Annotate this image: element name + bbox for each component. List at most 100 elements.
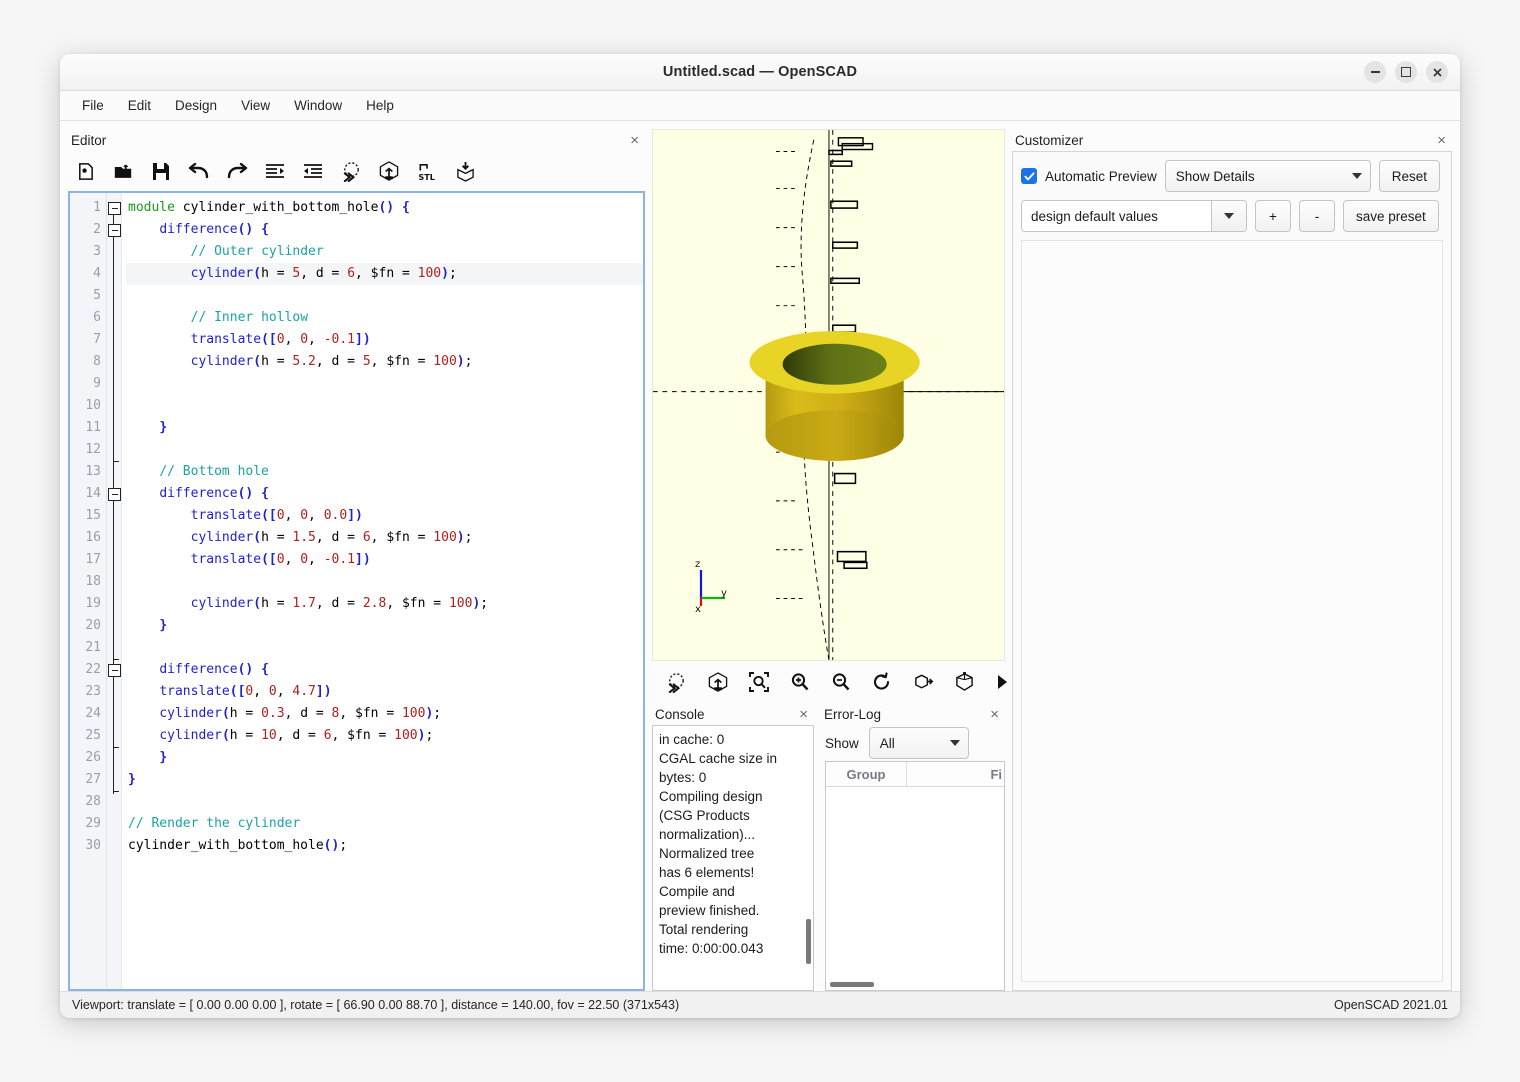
close-button[interactable] bbox=[1426, 61, 1448, 83]
errorlog-close-icon[interactable]: × bbox=[986, 707, 1003, 722]
new-file-icon[interactable] bbox=[74, 160, 96, 182]
code-line[interactable] bbox=[126, 637, 643, 659]
add-preset-button[interactable]: + bbox=[1255, 200, 1291, 232]
code-fold-column[interactable] bbox=[107, 193, 122, 989]
preview-icon[interactable] bbox=[340, 160, 362, 182]
menu-file[interactable]: File bbox=[72, 95, 114, 116]
save-file-icon[interactable] bbox=[150, 160, 172, 182]
reset-view-icon[interactable] bbox=[872, 671, 892, 693]
preset-dropdown-button[interactable] bbox=[1211, 201, 1246, 231]
code-line[interactable]: } bbox=[126, 615, 643, 637]
code-line[interactable]: // Inner hollow bbox=[126, 307, 643, 329]
details-select[interactable]: Show Details bbox=[1164, 160, 1371, 192]
console-scrollbar[interactable] bbox=[806, 919, 811, 964]
save-preset-button[interactable]: save preset bbox=[1343, 200, 1439, 232]
code-line[interactable]: translate([0, 0, 4.7]) bbox=[126, 681, 643, 703]
minimize-button[interactable] bbox=[1364, 61, 1386, 83]
undo-icon[interactable] bbox=[188, 160, 210, 182]
code-line[interactable] bbox=[126, 285, 643, 307]
render-icon[interactable] bbox=[378, 160, 400, 182]
code-token: ] bbox=[355, 332, 363, 347]
code-token: , $fn = bbox=[355, 266, 418, 281]
code-token: // Inner hollow bbox=[190, 310, 309, 325]
view-diagonal-icon[interactable] bbox=[955, 671, 974, 693]
code-token: ] bbox=[355, 552, 363, 567]
send-to-printer-icon[interactable] bbox=[454, 160, 476, 182]
code-line[interactable]: // Bottom hole bbox=[126, 461, 643, 483]
code-line[interactable]: cylinder(h = 1.5, d = 6, $fn = 100); bbox=[126, 527, 643, 549]
fold-marker-line-1[interactable] bbox=[108, 202, 121, 215]
render-icon[interactable] bbox=[708, 671, 728, 693]
line-number: 1 bbox=[93, 200, 101, 215]
code-line[interactable]: } bbox=[126, 417, 643, 439]
customizer-close-icon[interactable]: × bbox=[1433, 133, 1450, 148]
maximize-button[interactable] bbox=[1395, 61, 1417, 83]
menu-view[interactable]: View bbox=[231, 95, 280, 116]
code-line[interactable]: difference() { bbox=[126, 483, 643, 505]
redo-icon[interactable] bbox=[226, 160, 248, 182]
zoom-in-icon[interactable] bbox=[790, 671, 810, 693]
code-line[interactable] bbox=[126, 439, 643, 461]
code-line[interactable]: translate([0, 0, -0.1]) bbox=[126, 329, 643, 351]
editor-close-icon[interactable]: × bbox=[626, 133, 643, 148]
menu-window[interactable]: Window bbox=[284, 95, 352, 116]
code-token: () bbox=[378, 200, 395, 215]
preview-icon[interactable] bbox=[666, 671, 687, 693]
code-token: ) bbox=[355, 508, 363, 523]
console-line: (CSG Products bbox=[659, 808, 750, 823]
code-line[interactable]: cylinder(h = 0.3, d = 8, $fn = 100); bbox=[126, 703, 643, 725]
code-line[interactable]: } bbox=[126, 769, 643, 791]
fold-marker-line-2[interactable] bbox=[108, 224, 121, 237]
fold-marker-line-14[interactable] bbox=[108, 488, 121, 501]
console-close-icon[interactable]: × bbox=[795, 707, 812, 722]
fold-marker-line-22[interactable] bbox=[108, 664, 121, 677]
code-line[interactable]: cylinder(h = 1.7, d = 2.8, $fn = 100); bbox=[126, 593, 643, 615]
code-line[interactable]: // Outer cylinder bbox=[126, 241, 643, 263]
code-line[interactable]: difference() { bbox=[126, 219, 643, 241]
preset-combobox[interactable]: design default values bbox=[1021, 200, 1247, 232]
errorlog-horizontal-scrollbar[interactable] bbox=[830, 982, 874, 987]
code-text-area[interactable]: module cylinder_with_bottom_hole() { dif… bbox=[122, 193, 643, 989]
view-right-icon[interactable] bbox=[913, 671, 934, 693]
line-number: 19 bbox=[85, 596, 101, 611]
code-line[interactable] bbox=[126, 395, 643, 417]
code-line[interactable] bbox=[126, 373, 643, 395]
3d-viewport[interactable]: z y x bbox=[652, 129, 1005, 661]
console-line: time: 0:00:00.043 bbox=[659, 941, 764, 956]
code-line[interactable]: translate([0, 0, -0.1]) bbox=[126, 549, 643, 571]
code-line[interactable]: cylinder(h = 5.2, d = 5, $fn = 100); bbox=[126, 351, 643, 373]
errorlog-filter-select[interactable]: All bbox=[868, 727, 969, 759]
code-line[interactable]: } bbox=[126, 747, 643, 769]
line-number: 15 bbox=[85, 508, 101, 523]
remove-preset-button[interactable]: - bbox=[1299, 200, 1335, 232]
menu-help[interactable]: Help bbox=[356, 95, 404, 116]
menu-edit[interactable]: Edit bbox=[118, 95, 161, 116]
console-output[interactable]: in cache: 0 CGAL cache size in bytes: 0 Com… bbox=[652, 725, 814, 991]
code-line[interactable]: cylinder(h = 10, d = 6, $fn = 100); bbox=[126, 725, 643, 747]
zoom-fit-icon[interactable] bbox=[749, 671, 769, 693]
code-line[interactable] bbox=[126, 791, 643, 813]
code-editor[interactable]: 1 2 3 4 5 6 7 8 9 10 11 12 13 14 15 16 17 18 19 20 21 22 23 24 2… bbox=[68, 191, 645, 991]
code-line[interactable]: difference() { bbox=[126, 659, 643, 681]
code-line[interactable]: cylinder(h = 5, d = 6, $fn = 100); bbox=[126, 263, 643, 285]
code-line[interactable]: // Render the cylinder bbox=[126, 813, 643, 835]
toolbar-overflow-icon[interactable] bbox=[995, 671, 1009, 693]
code-line[interactable]: cylinder_with_bottom_hole(); bbox=[126, 835, 643, 857]
code-line[interactable]: module cylinder_with_bottom_hole() { bbox=[126, 197, 643, 219]
code-token: , $fn = bbox=[386, 596, 449, 611]
menu-design[interactable]: Design bbox=[165, 95, 227, 116]
automatic-preview-checkbox[interactable] bbox=[1021, 168, 1037, 184]
unindent-icon[interactable] bbox=[264, 160, 286, 182]
indent-icon[interactable] bbox=[302, 160, 324, 182]
errorlog-table[interactable]: Group Fi bbox=[825, 761, 1005, 991]
code-token: difference bbox=[159, 662, 238, 677]
axis-label-y: y bbox=[721, 588, 727, 599]
open-file-icon[interactable] bbox=[112, 160, 134, 182]
export-stl-icon[interactable]: STL bbox=[416, 160, 438, 182]
reset-button[interactable]: Reset bbox=[1378, 160, 1441, 192]
code-line[interactable]: translate([0, 0, 0.0]) bbox=[126, 505, 643, 527]
code-line[interactable] bbox=[126, 571, 643, 593]
zoom-out-icon[interactable] bbox=[831, 671, 851, 693]
